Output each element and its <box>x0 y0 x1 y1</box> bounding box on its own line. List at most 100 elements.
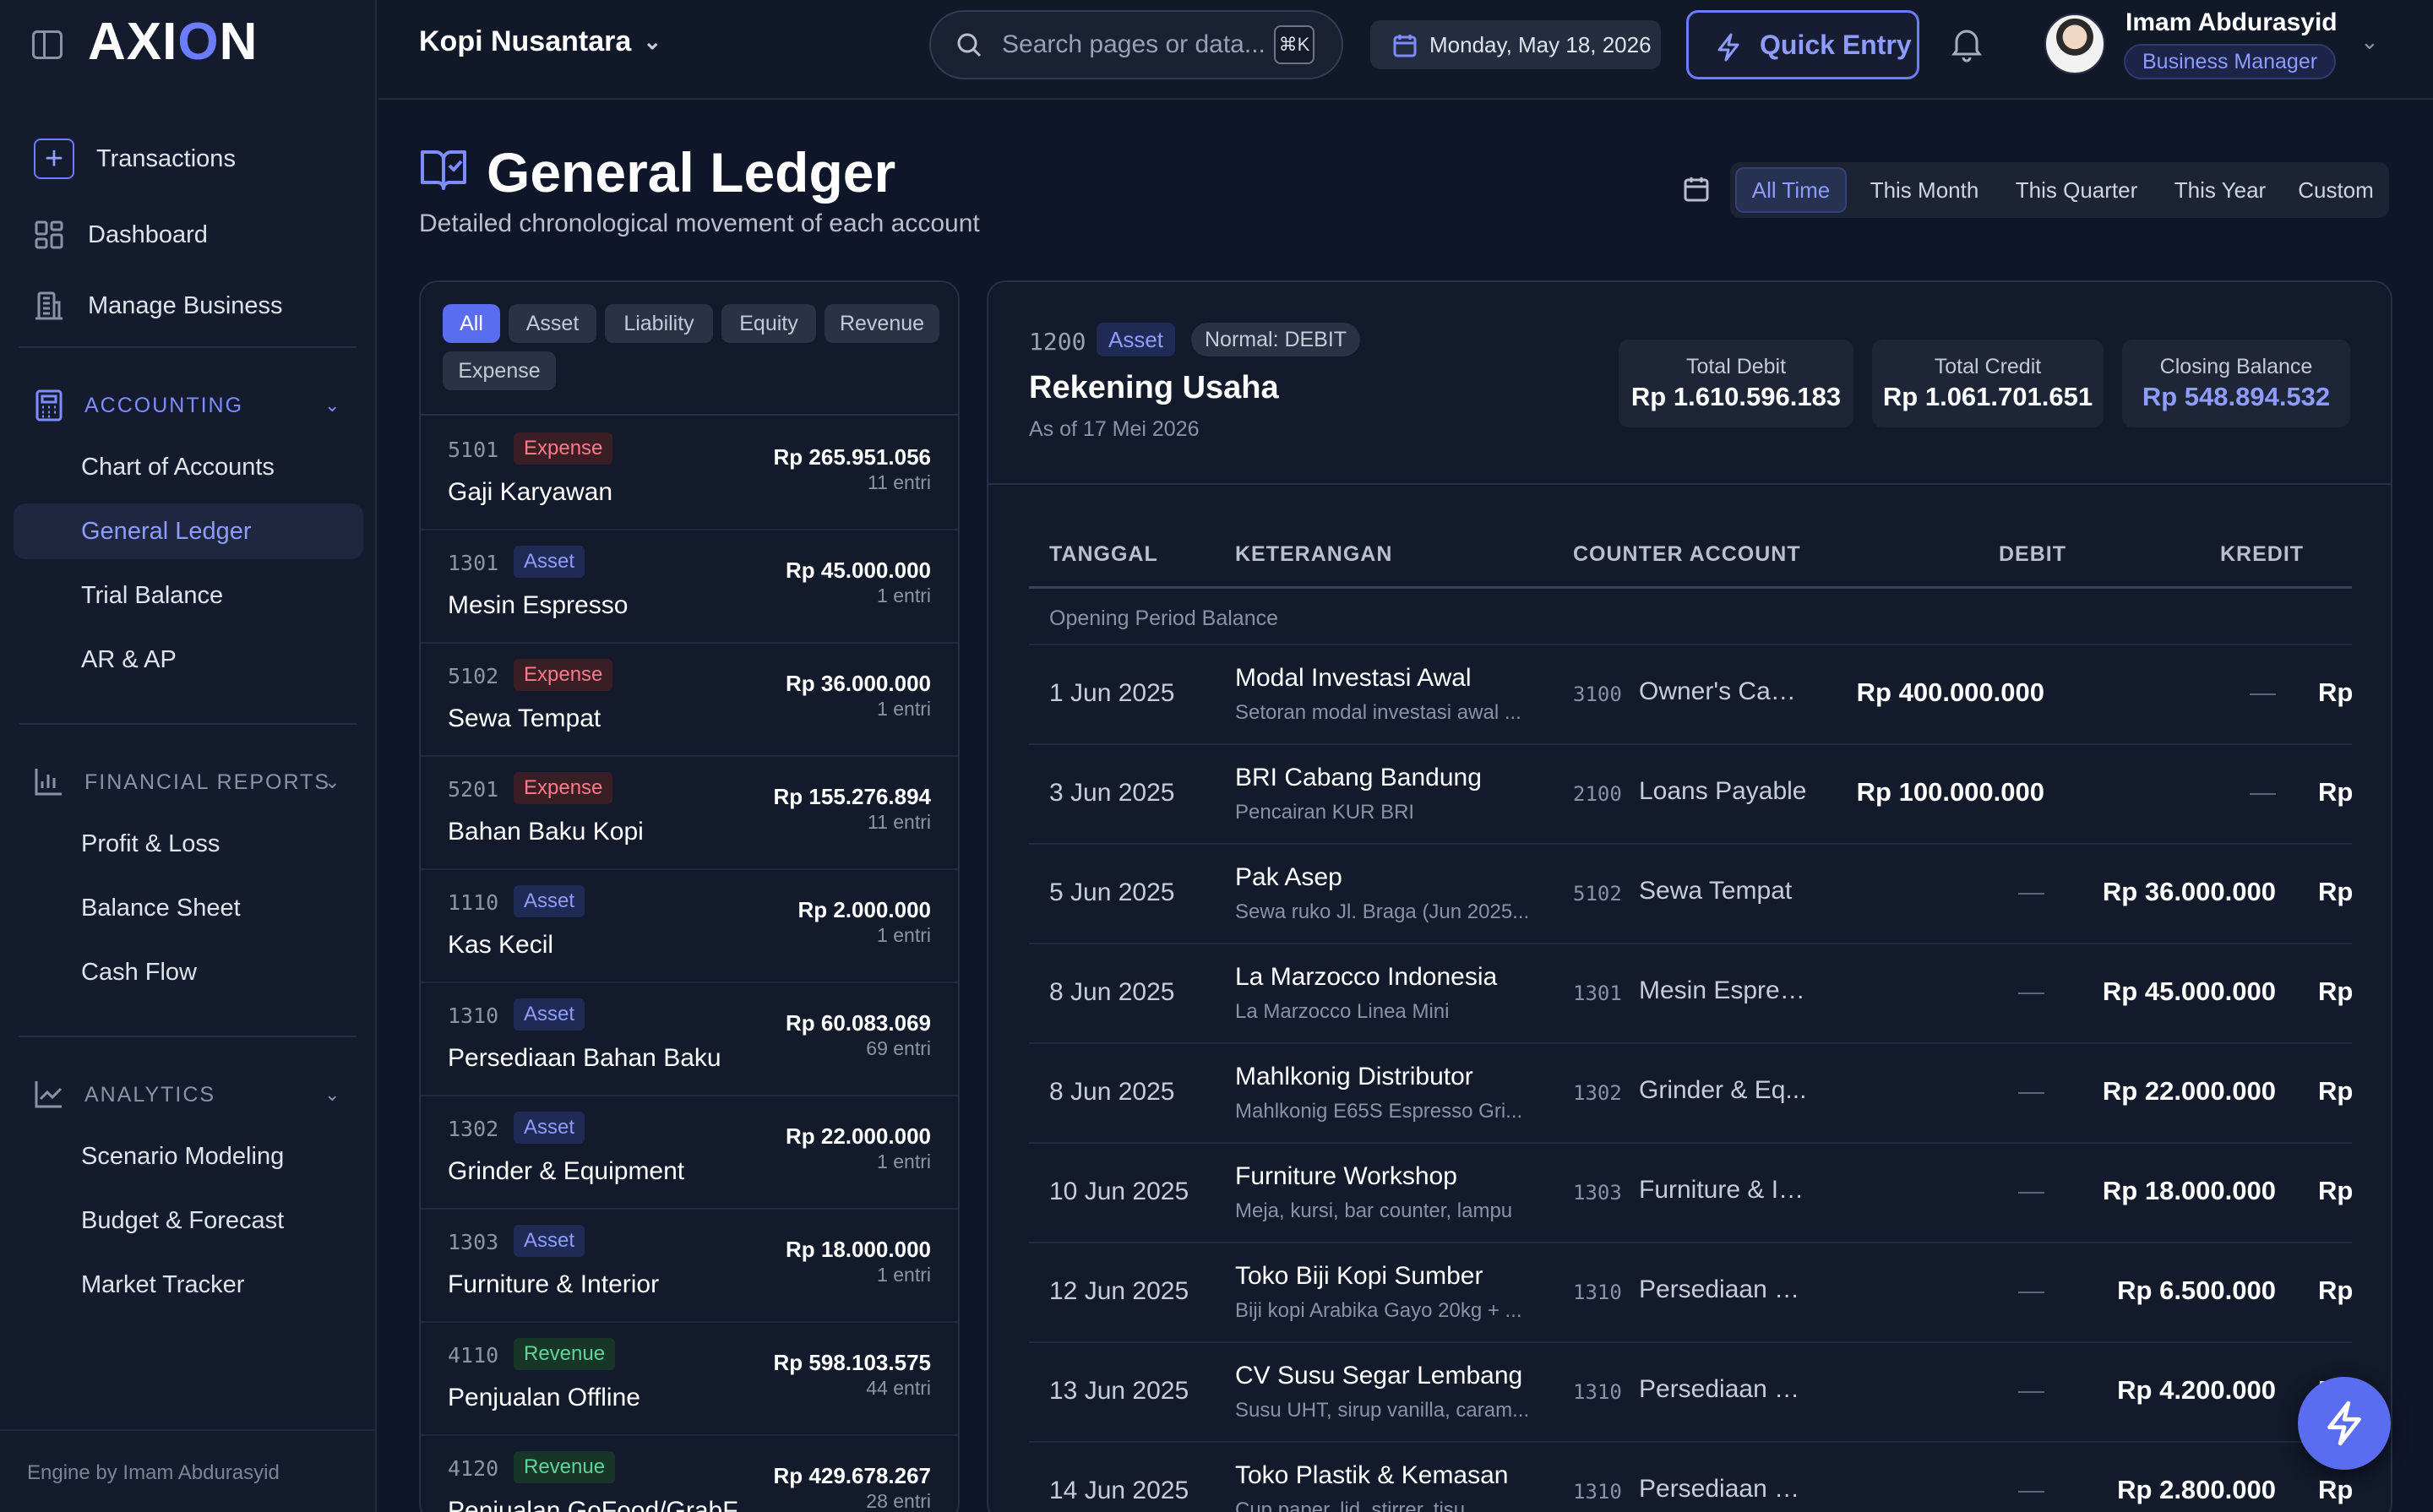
chevron-down-icon: ⌄ <box>324 1084 342 1105</box>
account-name: Sewa Tempat <box>448 704 601 732</box>
account-type-badge: Revenue <box>514 1451 616 1483</box>
column-header-credit[interactable]: KREDIT <box>2220 542 2304 567</box>
account-list-item[interactable]: 1302 Asset Grinder & Equipment Rp 22.000.00… <box>421 1096 958 1210</box>
tab-all-time[interactable]: All Time <box>1735 167 1847 213</box>
column-header-debit[interactable]: DEBIT <box>1999 542 2066 567</box>
account-list-item[interactable]: 1303 Asset Furniture & Interior Rp 18.000.0… <box>421 1210 958 1323</box>
normal-balance-badge: Normal: DEBIT <box>1191 323 1361 356</box>
counter-account-name[interactable]: Owner's Capi... <box>1639 677 1808 706</box>
counter-account-name[interactable]: Grinder & Eq... <box>1639 1076 1808 1105</box>
sidebar-item-cash-flow[interactable]: Cash Flow <box>14 944 363 1000</box>
row-balance: Rp <box>2318 677 2352 707</box>
account-list-item[interactable]: 4110 Revenue Penjualan Offline Rp 598.103.5… <box>421 1323 958 1436</box>
row-description: BRI Cabang Bandung <box>1235 764 1482 791</box>
account-list-item[interactable]: 5102 Expense Sewa Tempat Rp 36.000.000 1 ent… <box>421 644 958 757</box>
counter-account-code: 1301 <box>1573 982 1622 1005</box>
row-description: La Marzocco Indonesia <box>1235 963 1498 991</box>
sidebar-item-balance-sheet[interactable]: Balance Sheet <box>14 880 363 936</box>
column-header-date[interactable]: TANGGAL <box>1049 542 1158 567</box>
account-entry-count: 1 entri <box>877 1264 931 1286</box>
account-list-item[interactable]: 5201 Expense Bahan Baku Kopi Rp 155.276.894… <box>421 757 958 870</box>
total-debit-card: Total Debit Rp 1.610.596.183 <box>1619 340 1853 427</box>
sidebar-item-transactions[interactable]: + Transactions <box>0 132 377 186</box>
bell-icon[interactable] <box>1948 25 1985 63</box>
sidebar-item-general-ledger[interactable]: General Ledger <box>14 503 363 559</box>
company-switcher[interactable]: Kopi Nusantara ⌄ <box>419 25 661 58</box>
tab-this-month[interactable]: This Month <box>1857 167 1992 213</box>
row-balance: Rp <box>2318 976 2352 1006</box>
quick-entry-button[interactable]: Quick Entry <box>1686 10 1919 79</box>
account-list-item[interactable]: 5101 Expense Gaji Karyawan Rp 265.951.056 11… <box>421 417 958 530</box>
tab-this-year[interactable]: This Year <box>2161 167 2279 213</box>
filter-all[interactable]: All <box>443 304 500 343</box>
filter-liability[interactable]: Liability <box>605 304 713 343</box>
account-list-item[interactable]: 1301 Asset Mesin Espresso Rp 45.000.000 1 en… <box>421 530 958 644</box>
row-debit: Rp 100.000.000 <box>1856 777 2044 807</box>
table-row[interactable]: 10 Jun 2025 Furniture Workshop Meja, kursi… <box>1029 1144 2352 1243</box>
app-logo[interactable]: AXION <box>88 12 258 72</box>
chevron-down-icon[interactable]: ⌄ <box>2360 29 2379 55</box>
filter-asset[interactable]: Asset <box>509 304 596 343</box>
row-credit: Rp 2.800.000 <box>2117 1475 2276 1504</box>
row-debit: — <box>2018 976 2044 1006</box>
sidebar-item-chart-of-accounts[interactable]: Chart of Accounts <box>14 439 363 495</box>
sidebar-item-dashboard[interactable]: Dashboard <box>0 208 377 262</box>
counter-account-name[interactable]: Persediaan B... <box>1639 1475 1808 1504</box>
search-input[interactable]: Search pages or data... ⌘K <box>929 10 1343 79</box>
tab-this-quarter[interactable]: This Quarter <box>2000 167 2153 213</box>
row-date: 12 Jun 2025 <box>1049 1277 1189 1305</box>
column-header-counter-account[interactable]: COUNTER ACCOUNT <box>1573 542 1801 567</box>
sidebar-item-ar-ap[interactable]: AR & AP <box>14 632 363 688</box>
line-chart-icon <box>34 1079 66 1111</box>
quick-entry-fab[interactable] <box>2298 1377 2391 1470</box>
table-row[interactable]: 8 Jun 2025 Mahlkonig Distributor Mahlkonig… <box>1029 1044 2352 1144</box>
table-row[interactable]: 13 Jun 2025 CV Susu Segar Lembang Susu UHT… <box>1029 1343 2352 1443</box>
table-row[interactable]: 5 Jun 2025 Pak Asep Sewa ruko Jl. Braga (J… <box>1029 845 2352 944</box>
sidebar-item-scenario-modeling[interactable]: Scenario Modeling <box>14 1129 363 1184</box>
sidebar-item-manage-business[interactable]: Manage Business <box>0 279 377 333</box>
sidebar-item-trial-balance[interactable]: Trial Balance <box>14 568 363 623</box>
account-list-item[interactable]: 1110 Asset Kas Kecil Rp 2.000.000 1 entri <box>421 870 958 983</box>
filter-expense[interactable]: Expense <box>443 351 556 390</box>
row-memo: Pencairan KUR BRI <box>1235 801 1415 824</box>
date-display[interactable]: Monday, May 18, 2026 <box>1370 20 1661 69</box>
account-code: 4110 <box>448 1343 499 1368</box>
sidebar-item-budget-forecast[interactable]: Budget & Forecast <box>14 1193 363 1248</box>
row-debit: — <box>2018 877 2044 906</box>
counter-account-code: 1310 <box>1573 1480 1622 1504</box>
filter-revenue[interactable]: Revenue <box>825 304 939 343</box>
filter-equity[interactable]: Equity <box>721 304 816 343</box>
section-analytics[interactable]: ANALYTICS ⌄ <box>0 1069 377 1120</box>
account-code: 1310 <box>448 1003 499 1028</box>
section-accounting[interactable]: ACCOUNTING ⌄ <box>0 380 377 431</box>
sidebar-item-profit-loss[interactable]: Profit & Loss <box>14 816 363 872</box>
table-row[interactable]: 3 Jun 2025 BRI Cabang Bandung Pencairan KU… <box>1029 745 2352 845</box>
column-header-description[interactable]: KETERANGAN <box>1235 542 1392 567</box>
account-list-item[interactable]: 4120 Revenue Penjualan GoFood/GrabF... Rp 4… <box>421 1436 958 1512</box>
counter-account-name[interactable]: Loans Payable <box>1639 777 1808 806</box>
counter-account-name[interactable]: Mesin Espres... <box>1639 976 1808 1005</box>
table-row[interactable]: 12 Jun 2025 Toko Biji Kopi Sumber Biji kop… <box>1029 1243 2352 1343</box>
account-list-item[interactable]: 1310 Asset Persediaan Bahan Baku Rp 60.083.… <box>421 983 958 1096</box>
counter-account-name[interactable]: Persediaan B... <box>1639 1275 1808 1304</box>
row-debit: — <box>2018 1375 2044 1405</box>
period-tabs: All Time This Month This Quarter This Ye… <box>1730 162 2389 218</box>
tab-custom[interactable]: Custom <box>2288 167 2384 213</box>
page-subtitle: Detailed chronological movement of each … <box>419 209 980 237</box>
sidebar: AXION + Transactions Dashboard Manage Bu… <box>0 0 377 1512</box>
counter-account-name[interactable]: Furniture & In... <box>1639 1176 1808 1205</box>
sidebar-toggle-icon[interactable] <box>32 30 63 59</box>
row-memo: Cup paper, lid, stirrer, tisu <box>1235 1498 1466 1512</box>
section-financial-reports[interactable]: FINANCIAL REPORTS ⌄ <box>0 757 377 808</box>
avatar[interactable] <box>2044 14 2105 74</box>
shortcut-badge: ⌘K <box>1274 25 1314 64</box>
table-row[interactable]: 1 Jun 2025 Modal Investasi Awal Setoran mo… <box>1029 645 2352 745</box>
table-row[interactable]: 8 Jun 2025 La Marzocco Indonesia La Marzoc… <box>1029 944 2352 1044</box>
sidebar-item-market-tracker[interactable]: Market Tracker <box>14 1257 363 1313</box>
counter-account-name[interactable]: Sewa Tempat <box>1639 877 1808 906</box>
row-date: 3 Jun 2025 <box>1049 779 1175 807</box>
table-row[interactable]: 14 Jun 2025 Toko Plastik & Kemasan Cup pap… <box>1029 1443 2352 1512</box>
counter-account-name[interactable]: Persediaan B... <box>1639 1375 1808 1404</box>
account-type-badge: Asset <box>514 885 585 917</box>
row-balance: Rp <box>2318 777 2352 807</box>
